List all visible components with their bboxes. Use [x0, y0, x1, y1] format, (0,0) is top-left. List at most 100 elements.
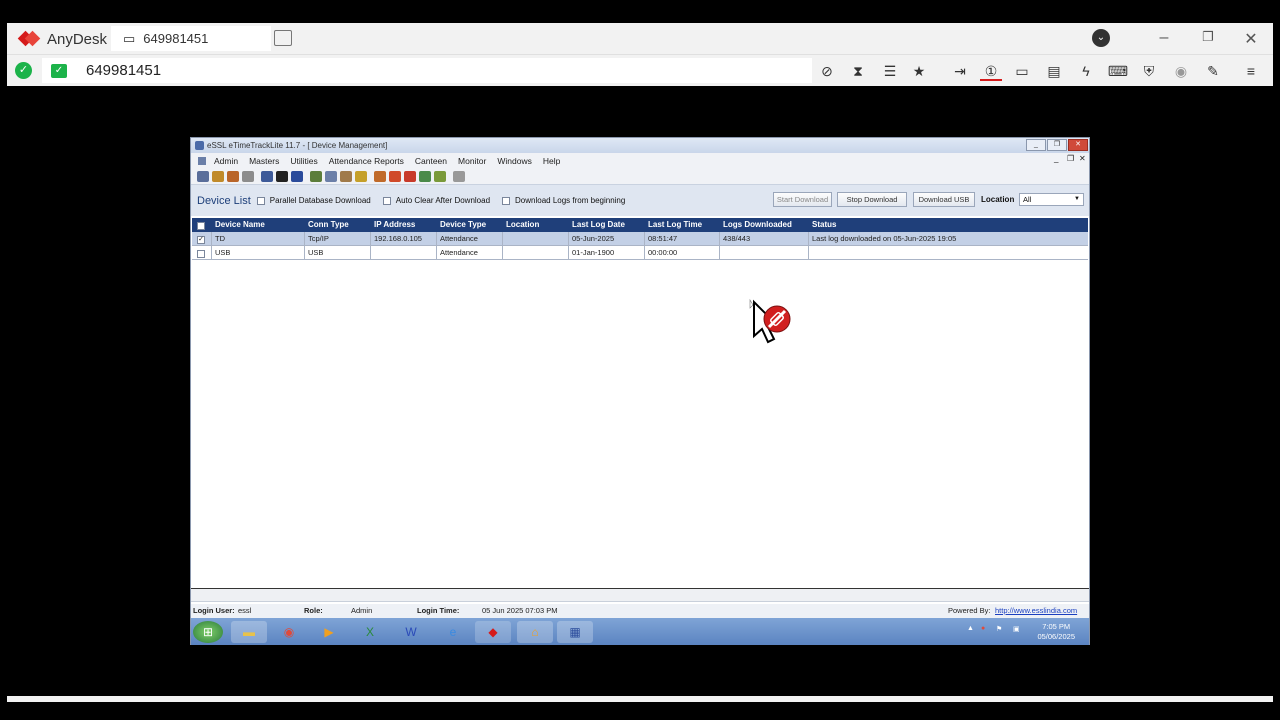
- new-session-icon[interactable]: [274, 30, 292, 46]
- download-usb-button[interactable]: Download USB: [913, 192, 975, 207]
- menu-icon[interactable]: ≡: [1240, 61, 1262, 81]
- mdi-close-icon[interactable]: ✕: [1079, 154, 1086, 163]
- tool-employee-icon[interactable]: [197, 171, 209, 182]
- row-checkbox[interactable]: ✓: [197, 236, 205, 245]
- tool-upload-icon[interactable]: [404, 171, 416, 182]
- app-restore-button[interactable]: ❐: [1047, 139, 1067, 151]
- row-select-cell[interactable]: [192, 246, 212, 259]
- menu-attendance-reports[interactable]: Attendance Reports: [329, 156, 404, 166]
- from-beginning-checkbox[interactable]: [502, 196, 511, 205]
- media-player-icon[interactable]: ▶: [311, 621, 347, 643]
- tool-sync-icon[interactable]: [374, 171, 386, 182]
- col-last-log-time[interactable]: Last Log Time: [645, 218, 720, 232]
- start-orb-icon[interactable]: ⊞: [193, 621, 223, 643]
- menu-utilities[interactable]: Utilities: [290, 156, 317, 166]
- excel-icon[interactable]: X: [352, 621, 388, 643]
- row-select-cell[interactable]: ✓: [192, 232, 212, 245]
- hourglass-icon[interactable]: ⧗: [847, 61, 869, 81]
- app-close-button[interactable]: ✕: [1068, 139, 1088, 151]
- cell-conn-type: Tcp/IP: [305, 232, 371, 245]
- menu-canteen[interactable]: Canteen: [415, 156, 447, 166]
- tray-flag-icon[interactable]: ⚑: [996, 625, 1002, 633]
- from-beginning-option[interactable]: Download Logs from beginning: [502, 196, 625, 205]
- address-field[interactable]: ✓ 649981451: [42, 58, 812, 83]
- screen-off-icon[interactable]: ⊘: [816, 61, 838, 81]
- tool-report-icon[interactable]: [227, 171, 239, 182]
- table-row[interactable]: ✓ TD Tcp/IP 192.168.0.105 Attendance 05-…: [192, 232, 1088, 246]
- col-device-type[interactable]: Device Type: [437, 218, 503, 232]
- file-transfer-icon[interactable]: ⇥: [949, 61, 971, 81]
- table-row[interactable]: USB USB Attendance 01-Jan-1900 00:00:00: [192, 246, 1088, 260]
- close-icon[interactable]: ✕: [1241, 29, 1261, 49]
- parallel-download-checkbox[interactable]: [256, 196, 265, 205]
- ie-icon[interactable]: e: [435, 621, 471, 643]
- database-icon[interactable]: ☰: [879, 61, 901, 81]
- col-location[interactable]: Location: [503, 218, 569, 232]
- tool-list-icon[interactable]: [261, 171, 273, 182]
- device-list-title: Device List: [197, 194, 251, 207]
- stop-download-button[interactable]: Stop Download: [837, 192, 907, 207]
- menu-help[interactable]: Help: [543, 156, 560, 166]
- tray-expand-icon[interactable]: ▲: [967, 625, 974, 632]
- app-minimize-button[interactable]: _: [1026, 139, 1046, 151]
- chat-icon[interactable]: ▤: [1043, 61, 1065, 81]
- action-icon[interactable]: ϟ: [1075, 61, 1097, 81]
- tool-exit-icon[interactable]: [453, 171, 465, 182]
- tool-search-icon[interactable]: [212, 171, 224, 182]
- display-icon[interactable]: ▭: [1011, 61, 1033, 81]
- etimetrack-icon[interactable]: ▦: [557, 621, 593, 643]
- draw-icon[interactable]: ✎: [1202, 61, 1224, 81]
- row-checkbox[interactable]: [197, 250, 205, 259]
- privacy-icon[interactable]: ⛨: [1138, 61, 1160, 81]
- home-app-icon[interactable]: ⌂: [517, 621, 553, 643]
- auto-clear-checkbox[interactable]: [382, 196, 391, 205]
- horizontal-scrollbar[interactable]: [191, 589, 1089, 602]
- tool-settings-icon[interactable]: [434, 171, 446, 182]
- star-icon[interactable]: ★: [908, 61, 930, 81]
- record-icon[interactable]: ◉: [1170, 61, 1192, 81]
- mdi-restore-icon[interactable]: ❐: [1067, 154, 1074, 163]
- col-conn-type[interactable]: Conn Type: [305, 218, 371, 232]
- word-icon[interactable]: W: [393, 621, 429, 643]
- explorer-icon[interactable]: ▬: [231, 621, 267, 643]
- session-tab[interactable]: ▭ 649981451: [111, 26, 271, 51]
- tool-notes-icon[interactable]: [355, 171, 367, 182]
- restore-icon[interactable]: ❐: [1198, 29, 1218, 45]
- taskbar-clock[interactable]: 7:05 PM 05/06/2025: [1037, 622, 1075, 642]
- monitor-1-icon[interactable]: ①: [980, 61, 1002, 81]
- start-download-button[interactable]: Start Download: [773, 192, 832, 207]
- menu-masters[interactable]: Masters: [249, 156, 279, 166]
- download-indicator-icon[interactable]: ⌄: [1092, 29, 1110, 47]
- tool-calendar-icon[interactable]: [310, 171, 322, 182]
- tool-grid-icon[interactable]: [325, 171, 337, 182]
- col-logs-downloaded[interactable]: Logs Downloaded: [720, 218, 809, 232]
- select-all-checkbox[interactable]: [197, 222, 205, 231]
- tray-network-icon[interactable]: ▣: [1013, 625, 1020, 633]
- tool-download-icon[interactable]: [389, 171, 401, 182]
- minimize-icon[interactable]: –: [1154, 29, 1174, 47]
- tool-users-icon[interactable]: [419, 171, 431, 182]
- menu-admin[interactable]: Admin: [214, 156, 238, 166]
- menu-windows[interactable]: Windows: [497, 156, 531, 166]
- auto-clear-option[interactable]: Auto Clear After Download: [382, 196, 490, 205]
- mdi-minimize-icon[interactable]: _: [1054, 154, 1058, 163]
- select-all-cell[interactable]: [192, 218, 212, 232]
- menu-monitor[interactable]: Monitor: [458, 156, 486, 166]
- cell-status: Last log downloaded on 05-Jun-2025 19:05: [812, 234, 957, 243]
- tool-edit-icon[interactable]: [340, 171, 352, 182]
- tool-print-icon[interactable]: [242, 171, 254, 182]
- col-device-name[interactable]: Device Name: [212, 218, 305, 232]
- tool-device-icon[interactable]: [276, 171, 288, 182]
- cell-logs-downloaded: [720, 246, 809, 259]
- anydesk-task-icon[interactable]: ◆: [475, 621, 511, 643]
- powered-by-link[interactable]: http://www.essl​india.com: [995, 604, 1077, 618]
- parallel-download-option[interactable]: Parallel Database Download: [256, 196, 371, 205]
- location-select[interactable]: All ▼: [1019, 193, 1084, 206]
- tool-book-icon[interactable]: [291, 171, 303, 182]
- col-ip-address[interactable]: IP Address: [371, 218, 437, 232]
- tray-alert-icon[interactable]: ●: [981, 625, 985, 632]
- keyboard-icon[interactable]: ⌨: [1107, 61, 1129, 81]
- chrome-icon[interactable]: ◉: [271, 621, 307, 643]
- col-last-log-date[interactable]: Last Log Date: [569, 218, 645, 232]
- col-status[interactable]: Status: [809, 218, 1088, 232]
